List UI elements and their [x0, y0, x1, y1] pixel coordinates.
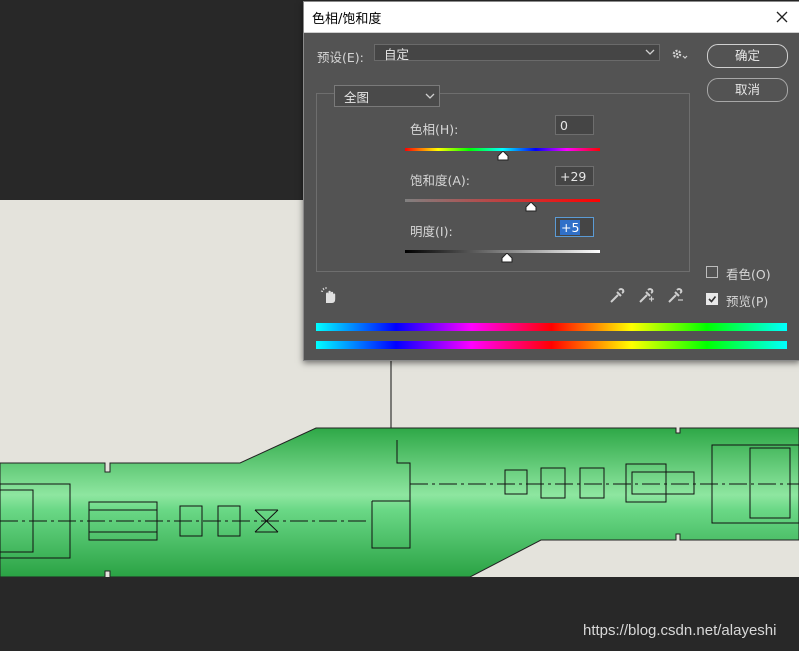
channel-dropdown[interactable]: 全图	[334, 85, 440, 107]
dialog-title: 色相/饱和度	[312, 12, 382, 27]
cancel-button[interactable]: 取消	[707, 78, 788, 102]
preview-checkbox[interactable]	[706, 293, 718, 305]
preset-label: 预设(E):	[317, 50, 364, 65]
hue-slider-thumb[interactable]	[497, 151, 509, 161]
dialog-titlebar[interactable]: 色相/饱和度	[304, 2, 799, 33]
chevron-down-icon	[645, 49, 655, 55]
lightness-value: +5	[560, 220, 581, 235]
preview-label: 预览(P)	[726, 294, 769, 309]
ok-button[interactable]: 确定	[707, 44, 788, 68]
preset-dropdown[interactable]: 自定	[374, 44, 660, 62]
lightness-label: 明度(I):	[410, 224, 453, 239]
saturation-slider[interactable]	[405, 199, 600, 202]
colorize-label: 看色(O)	[726, 267, 771, 282]
hue-input[interactable]: 0	[555, 115, 594, 135]
hue-label: 色相(H):	[410, 122, 459, 137]
eyedropper-minus-icon[interactable]	[666, 286, 684, 304]
output-spectrum-bar	[316, 341, 787, 349]
lightness-input[interactable]: +5	[555, 217, 594, 237]
gear-icon[interactable]	[670, 46, 690, 62]
adjustment-group	[316, 93, 690, 272]
saturation-input[interactable]: +29	[555, 166, 594, 186]
preset-value: 自定	[384, 47, 410, 62]
watermark-text: https://blog.csdn.net/alayeshi	[583, 622, 777, 639]
saturation-slider-thumb[interactable]	[525, 202, 537, 212]
checkmark-icon	[708, 296, 717, 303]
lightness-slider-thumb[interactable]	[501, 253, 513, 263]
eyedropper-plus-icon[interactable]	[637, 286, 655, 304]
channel-value: 全图	[344, 90, 370, 105]
colorize-checkbox[interactable]	[706, 266, 718, 278]
eyedropper-icon[interactable]	[608, 286, 626, 304]
hue-saturation-dialog: 色相/饱和度 预设(E): 自定 确定 取消 全图 色相(H): 0 饱和度(A…	[303, 1, 799, 361]
close-icon[interactable]	[771, 6, 793, 28]
saturation-label: 饱和度(A):	[410, 173, 471, 188]
chevron-down-icon	[425, 93, 435, 99]
hand-target-icon[interactable]	[320, 286, 338, 304]
input-spectrum-bar	[316, 323, 787, 331]
